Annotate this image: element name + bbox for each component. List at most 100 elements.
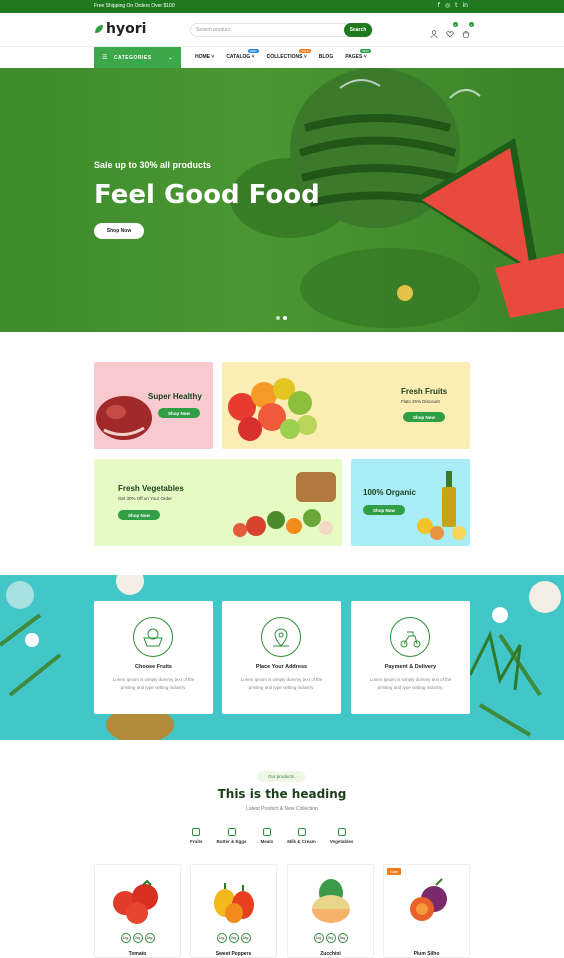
nav-home[interactable]: HOME ˅ [195,54,214,60]
categories-label: CATEGORIES [113,54,152,61]
feature-card: Choose Fruits Lorem Ipsum is simply dumm… [94,601,213,714]
product-name[interactable]: Plum Silho [384,951,469,957]
new-badge: NEW [247,49,259,53]
plum-image [410,878,447,921]
banner-shop-button[interactable]: Shop Now [363,505,405,515]
product-name[interactable]: Sweet Peppers [191,951,276,957]
banner-title: Super Healthy [148,392,202,401]
peppers-image [214,883,254,923]
cart-count: 0 [469,22,474,27]
nav-pages[interactable]: PAGES ˅ NEW [345,49,371,60]
product-card[interactable]: 1kg 2kg 3kg Tomato [94,864,181,958]
banner-fresh-fruits[interactable]: Fresh Fruits Flats 25% Discount Shop Now [222,362,470,449]
tab-fruits[interactable]: Fruits [190,828,203,844]
banner-title: Fresh Fruits [401,387,448,396]
section-pill: Our products [257,771,305,782]
banner-shop-button[interactable]: Shop Now [118,510,160,520]
banner-fresh-vegetables[interactable]: Fresh Vegetables Get 30% Off on Your Ord… [94,459,342,546]
meat-icon [262,828,271,836]
fruits-image [228,378,317,441]
product-tabs: Fruits Butter & Eggs Meats Milk & Cream … [190,828,353,844]
weight-option[interactable]: 1kg [313,933,324,943]
new-badge: NEW [359,49,371,53]
categories-button[interactable]: ☰ CATEGORIES ⌄ [94,47,181,68]
slider-dot[interactable] [283,316,287,320]
social-links: f ◎ t in [438,2,468,9]
vegetables-icon [337,828,346,836]
wishlist-icon[interactable]: 0 [446,22,458,38]
weight-option[interactable]: 2kg [132,933,143,943]
feature-title: Choose Fruits [135,664,172,670]
leaf-logo-icon [95,25,103,33]
hero-slider: Sale up to 30% all products Feel Good Fo… [0,68,564,332]
facebook-icon[interactable]: f [438,2,440,9]
logo-text: hyori [106,21,147,37]
product-card[interactable]: 1kg 2kg 3kg Zucchini [287,864,374,958]
nav-catalog[interactable]: CATALOG ˅ NEW [226,49,259,60]
weight-option[interactable]: 3kg [337,933,348,943]
feature-title: Place Your Address [255,664,308,670]
slider-dot[interactable] [276,316,280,320]
weight-option[interactable]: 3kg [240,933,251,943]
twitter-icon[interactable]: t [455,2,457,9]
hero-subtitle: Sale up to 30% all products [94,160,212,170]
shipping-notice: Free Shipping On Orders Over $100 [94,3,175,9]
hero-title: Feel Good Food [94,180,320,210]
product-name[interactable]: Zucchini [288,951,373,957]
section-heading: This is the heading [217,787,347,801]
weight-option[interactable]: 1kg [120,933,131,943]
banner-super-healthy[interactable]: Super Healthy Shop Now [94,362,213,449]
instagram-icon[interactable]: ◎ [445,2,450,9]
basket-icon [133,617,173,657]
menu-icon: ☰ [102,54,108,61]
weight-option[interactable]: 2kg [228,933,239,943]
milk-icon [297,828,306,836]
nav-blog[interactable]: BLOG [319,54,333,60]
nav-collections[interactable]: COLLECTIONS ˅ SALE [267,49,311,60]
tab-milk-cream[interactable]: Milk & Cream [287,828,316,844]
feature-description: Lorem Ipsum is simply dummy text of the … [240,677,323,690]
banner-title: 100% Organic [363,488,416,497]
tab-vegetables[interactable]: Vegetables [330,828,353,844]
main-nav: ☰ CATEGORIES ⌄ HOME ˅ CATALOG ˅ NEW COLLE… [0,47,564,68]
banner-subtitle: Flats 25% Discount [401,399,440,404]
chevron-down-icon: ⌄ [168,54,173,61]
banner-title: Fresh Vegetables [118,484,184,493]
banner-subtitle: Get 30% Off on Your Order [118,496,172,501]
feature-card: Place Your Address Lorem Ipsum is simply… [222,601,341,714]
hero-shop-button[interactable]: Shop Now [94,223,144,239]
banner-organic[interactable]: 100% Organic Shop Now [351,459,470,546]
search-input[interactable]: Search product [196,27,230,33]
top-bar: Free Shipping On Orders Over $100 f ◎ t … [0,0,564,13]
delivery-scooter-icon [390,617,430,657]
search-bar: Search product Search [190,23,373,37]
sale-badge: SALE [299,49,311,53]
logo[interactable]: hyori [94,21,146,37]
weight-option[interactable]: 1kg [216,933,227,943]
meat-image [96,396,152,440]
search-button[interactable]: Search [344,23,372,37]
account-icon[interactable] [430,25,438,39]
slider-dots [276,316,287,320]
tab-butter-eggs[interactable]: Butter & Eggs [217,828,247,844]
wishlist-count: 0 [453,22,458,27]
product-card[interactable]: Sale Plum Silho [383,864,470,958]
organic-oil-image [417,471,466,540]
product-name[interactable]: Tomato [95,951,180,957]
feature-description: Lorem Ipsum is simply dummy text of the … [369,677,452,690]
weight-option[interactable]: 3kg [144,933,155,943]
tab-meats[interactable]: Meats [261,828,273,844]
banner-shop-button[interactable]: Shop Now [158,408,200,418]
section-subheading: Latest Product & New Collection [246,806,318,812]
banner-shop-button[interactable]: Shop Now [403,412,445,422]
linkedin-icon[interactable]: in [463,2,468,9]
fruits-icon [192,828,201,836]
product-card[interactable]: 1kg 2kg 3kg Sweet Peppers [190,864,277,958]
site-header: hyori Search product Search 0 0 [0,13,564,47]
weight-option[interactable]: 2kg [325,933,336,943]
features-section: Choose Fruits Lorem Ipsum is simply dumm… [0,575,564,740]
melon-image [312,879,350,923]
cart-icon[interactable]: 0 [462,22,474,38]
feature-description: Lorem Ipsum is simply dummy text of the … [112,677,195,690]
feature-title: Payment & Delivery [384,664,437,670]
